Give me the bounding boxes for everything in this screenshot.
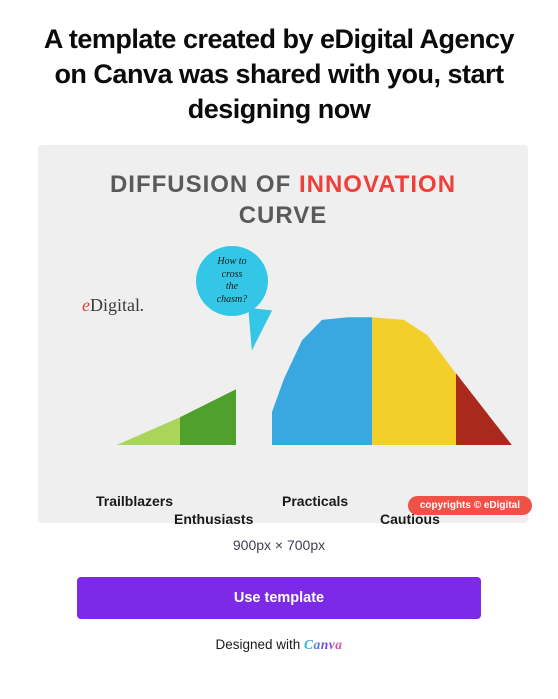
segment-doubters <box>456 373 512 445</box>
copyright-badge: copyrights © eDigital <box>408 496 532 515</box>
canva-logo: Canva <box>304 637 343 652</box>
brand-dot: . <box>140 295 145 315</box>
speech-bubble: How to cross the chasm? <box>196 246 268 316</box>
chart-title-part1: DIFFUSION OF <box>110 171 299 198</box>
segment-enthusiasts <box>180 389 236 445</box>
template-preview: DIFFUSION OF INNOVATION CURVE eDigital. … <box>38 145 528 523</box>
designed-with: Designed with Canva <box>38 637 520 653</box>
label-trailblazers: Trailblazers <box>96 493 173 509</box>
chart-title-part2: CURVE <box>239 202 328 229</box>
use-template-button[interactable]: Use template <box>77 577 481 619</box>
adoption-curve <box>98 317 484 445</box>
label-practicals: Practicals <box>282 493 348 509</box>
bubble-text: How to cross the chasm? <box>217 256 248 306</box>
label-enthusiasts: Enthusiasts <box>174 511 253 527</box>
template-dimensions: 900px × 700px <box>38 537 520 553</box>
segment-trailblazers <box>116 417 180 445</box>
brand-prefix: e <box>82 295 90 315</box>
brand-logo: eDigital. <box>82 295 145 316</box>
designed-prefix: Designed with <box>215 637 304 652</box>
chart-title: DIFFUSION OF INNOVATION CURVE <box>68 169 498 231</box>
brand-rest: Digital <box>90 295 140 315</box>
segment-practicals <box>272 317 372 445</box>
chart-title-accent: INNOVATION <box>299 171 456 198</box>
segment-cautious <box>372 317 456 445</box>
page-title: A template created by eDigital Agency on… <box>38 22 520 127</box>
